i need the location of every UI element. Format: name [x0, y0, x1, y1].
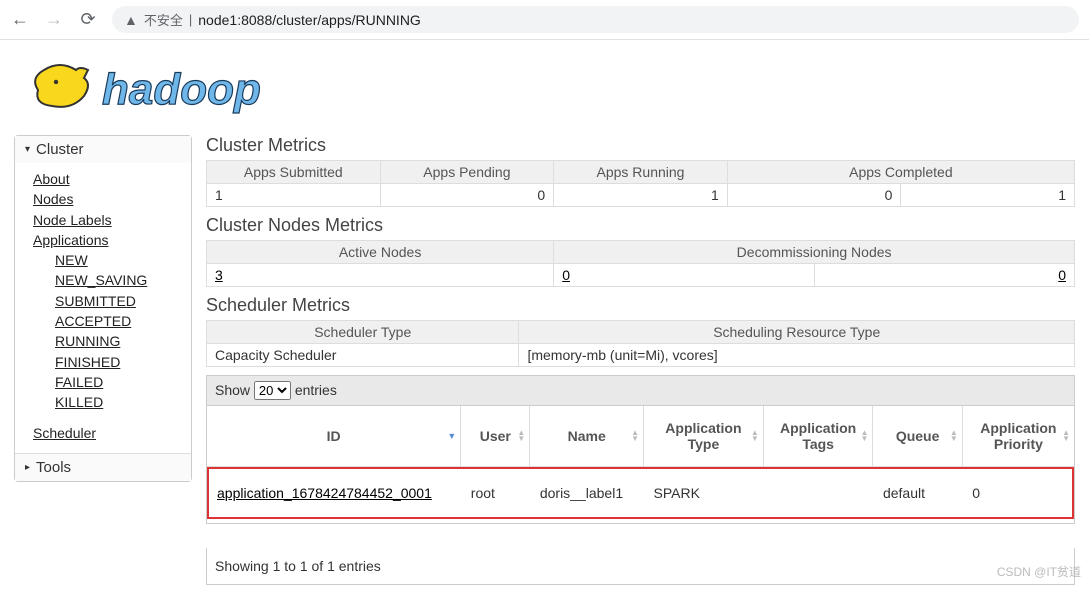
sidebar-state-new[interactable]: NEW	[55, 250, 185, 270]
cell-apps-pending: 0	[380, 184, 554, 207]
scheduler-metrics-table: Scheduler Type Scheduling Resource Type …	[206, 320, 1075, 367]
th-tags[interactable]: Application Tags▲▼	[763, 406, 873, 467]
forward-button[interactable]: →	[44, 10, 64, 30]
nodes-metrics-table: Active Nodes Decommissioning Nodes 3 0 0	[206, 240, 1075, 287]
sidebar-state-accepted[interactable]: ACCEPTED	[55, 311, 185, 331]
link-decom-nodes-2[interactable]: 0	[1058, 267, 1066, 283]
cell-tags	[763, 467, 873, 520]
cell-resource-type: [memory-mb (unit=Mi), vcores]	[519, 344, 1075, 367]
th-queue[interactable]: Queue▲▼	[873, 406, 962, 467]
svg-text:hadoop: hadoop	[102, 65, 261, 114]
sidebar-state-running[interactable]: RUNNING	[55, 331, 185, 351]
sidebar-link-applications[interactable]: Applications	[33, 230, 185, 250]
applications-table: ID▼ User▲▼ Name▲▼ Application Type▲▼ App…	[207, 406, 1074, 519]
sidebar-cluster-label: Cluster	[36, 141, 84, 158]
hadoop-logo: hadoop	[20, 56, 1075, 121]
th-name[interactable]: Name▲▼	[530, 406, 644, 467]
sidebar-section-cluster[interactable]: ▾ Cluster	[15, 136, 191, 163]
th-resource-type[interactable]: Scheduling Resource Type	[519, 321, 1075, 344]
entries-select[interactable]: 20	[254, 381, 291, 400]
th-priority[interactable]: Application Priority▲▼	[962, 406, 1074, 467]
table-row: application_1678424784452_0001 root dori…	[207, 467, 1074, 520]
sidebar-link-nodes[interactable]: Nodes	[33, 189, 185, 209]
back-button[interactable]: ←	[10, 10, 30, 30]
cell-scheduler-type: Capacity Scheduler	[207, 344, 519, 367]
main-content: Cluster Metrics Apps Submitted Apps Pend…	[206, 135, 1075, 585]
sidebar-tools-label: Tools	[36, 459, 71, 476]
entries-suffix: entries	[295, 382, 337, 398]
show-label: Show	[215, 382, 250, 398]
link-decom-nodes-1[interactable]: 0	[562, 267, 570, 283]
th-decom-nodes[interactable]: Decommissioning Nodes	[554, 241, 1075, 264]
security-label: 不安全	[144, 10, 183, 29]
th-apps-submitted[interactable]: Apps Submitted	[207, 161, 381, 184]
app-id-link[interactable]: application_1678424784452_0001	[217, 485, 432, 501]
cell-apps-running: 1	[554, 184, 728, 207]
sidebar-state-new-saving[interactable]: NEW_SAVING	[55, 270, 185, 290]
scheduler-metrics-title: Scheduler Metrics	[206, 295, 1075, 316]
th-apps-pending[interactable]: Apps Pending	[380, 161, 554, 184]
cell-apps-submitted: 1	[207, 184, 381, 207]
sidebar-app-states: NEW NEW_SAVING SUBMITTED ACCEPTED RUNNIN…	[33, 250, 185, 412]
cell-apps-completed: 0	[727, 184, 901, 207]
warning-icon: ▲	[124, 12, 138, 28]
chevron-down-icon: ▾	[25, 144, 30, 155]
table-status: Showing 1 to 1 of 1 entries	[206, 548, 1075, 585]
th-user[interactable]: User▲▼	[461, 406, 530, 467]
sidebar-state-submitted[interactable]: SUBMITTED	[55, 291, 185, 311]
cell-type: SPARK	[644, 467, 764, 520]
attribution: CSDN @IT贫道	[997, 563, 1081, 580]
cluster-metrics-title: Cluster Metrics	[206, 135, 1075, 156]
th-scheduler-type[interactable]: Scheduler Type	[207, 321, 519, 344]
cell-extra: 1	[901, 184, 1075, 207]
cell-priority: 0	[962, 467, 1074, 520]
sidebar-state-killed[interactable]: KILLED	[55, 392, 185, 412]
cluster-metrics-table: Apps Submitted Apps Pending Apps Running…	[206, 160, 1075, 207]
th-type[interactable]: Application Type▲▼	[644, 406, 764, 467]
link-active-nodes[interactable]: 3	[215, 267, 223, 283]
browser-toolbar: ← → ⟳ ▲ 不安全 | node1:8088/cluster/apps/RU…	[0, 0, 1089, 40]
nodes-metrics-title: Cluster Nodes Metrics	[206, 215, 1075, 236]
sidebar-link-about[interactable]: About	[33, 169, 185, 189]
reload-button[interactable]: ⟳	[78, 10, 98, 30]
sort-asc-icon: ▼	[447, 431, 456, 441]
cell-user: root	[461, 467, 530, 520]
sidebar-link-node-labels[interactable]: Node Labels	[33, 210, 185, 230]
th-apps-running[interactable]: Apps Running	[554, 161, 728, 184]
th-id[interactable]: ID▼	[207, 406, 461, 467]
url-text: node1:8088/cluster/apps/RUNNING	[198, 12, 421, 28]
th-active-nodes[interactable]: Active Nodes	[207, 241, 554, 264]
sidebar-link-scheduler[interactable]: Scheduler	[33, 423, 185, 443]
sidebar-state-failed[interactable]: FAILED	[55, 372, 185, 392]
entries-control: Show 20 entries	[206, 375, 1075, 406]
cell-queue: default	[873, 467, 962, 520]
address-bar[interactable]: ▲ 不安全 | node1:8088/cluster/apps/RUNNING	[112, 6, 1079, 33]
sidebar-section-tools[interactable]: ▸ Tools	[15, 454, 191, 481]
sidebar-state-finished[interactable]: FINISHED	[55, 352, 185, 372]
cell-name: doris__label1	[530, 467, 644, 520]
sidebar: ▾ Cluster About Nodes Node Labels Applic…	[14, 135, 192, 482]
chevron-right-icon: ▸	[25, 462, 30, 473]
th-apps-completed[interactable]: Apps Completed	[727, 161, 1074, 184]
